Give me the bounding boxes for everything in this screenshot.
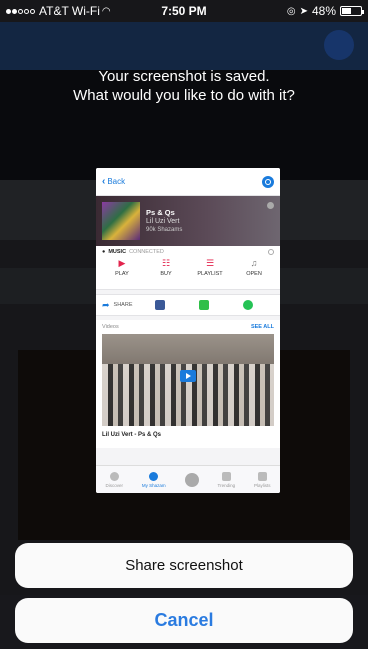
thumb-action-open: ♫ OPEN <box>234 258 274 277</box>
share-screenshot-button[interactable]: Share screenshot <box>15 543 353 588</box>
thumb-share-row: ➦ SHARE <box>96 294 280 316</box>
thumb-tab-my-shazam: My Shazam <box>141 471 166 488</box>
share-arrow-icon: ➦ <box>102 299 110 310</box>
music-header: MUSIC <box>108 249 127 255</box>
thumb-tab-shazam <box>184 472 199 487</box>
tab-label: My Shazam <box>141 482 166 488</box>
thumb-tab-discover: Discover <box>105 471 123 488</box>
videos-label: Videos <box>102 324 119 330</box>
thumb-action-label: PLAY <box>115 271 129 277</box>
screenshot-prompt: Your screenshot is saved. What would you… <box>0 67 368 105</box>
song-title: Ps & Qs <box>146 207 175 217</box>
thumb-music-section: ● MUSIC CONNECTED ▶ PLAY ☷ BUY ☰ PLAYLIS… <box>96 246 280 290</box>
clock: 7:50 PM <box>161 4 207 18</box>
facebook-icon <box>154 300 165 310</box>
thumb-tab-playlists: Playlists <box>254 471 271 488</box>
thumb-videos-section: Videos SEE ALL Lil Uzi Vert - Ps & Qs <box>96 320 280 448</box>
tab-label: Playlists <box>254 482 271 488</box>
screenshot-thumbnail[interactable]: ‹ Back Ps & Qs Lil Uzi Vert 90k Shazams … <box>96 168 280 493</box>
video-play-icon <box>180 370 196 383</box>
thumb-action-buy: ☷ BUY <box>146 258 186 277</box>
thumb-navbar: ‹ Back <box>96 168 280 196</box>
music-status: CONNECTED <box>129 249 164 255</box>
thumb-back-button: ‹ Back <box>102 176 125 187</box>
shazam-count: 90k Shazams <box>146 226 183 233</box>
music-note-icon <box>257 471 267 481</box>
whatsapp-icon <box>242 300 253 310</box>
chevron-left-icon: ‹ <box>102 176 106 187</box>
music-note-icon: ♫ <box>250 258 258 268</box>
thumb-action-label: BUY <box>160 271 172 277</box>
song-artist: Lil Uzi Vert <box>146 217 180 225</box>
album-art <box>102 202 140 240</box>
messages-icon <box>198 300 209 310</box>
person-icon <box>149 471 159 481</box>
thumb-action-play: ▶ PLAY <box>102 258 142 277</box>
tab-label: Discover <box>105 482 123 488</box>
info-icon <box>267 202 274 209</box>
shazam-logo-icon <box>184 472 199 487</box>
thumb-action-label: PLAYLIST <box>197 271 223 277</box>
prompt-line-1: Your screenshot is saved. <box>98 68 270 85</box>
thumb-action-label: OPEN <box>246 271 262 277</box>
thumb-action-playlist: ☰ PLAYLIST <box>190 258 230 277</box>
see-all-link: SEE ALL <box>250 324 274 330</box>
cancel-button[interactable]: Cancel <box>15 598 353 643</box>
share-label: SHARE <box>113 302 133 308</box>
prompt-line-2: What would you like to do with it? <box>73 87 295 104</box>
cart-icon: ☷ <box>161 258 171 268</box>
tab-label: Trending <box>217 482 236 488</box>
playlist-icon: ☰ <box>205 258 215 268</box>
thumb-tabbar: Discover My Shazam Trending Playlists <box>96 465 280 493</box>
thumb-tab-trending: Trending <box>217 471 236 488</box>
shazam-icon <box>262 175 274 188</box>
battery-icon <box>340 6 364 16</box>
video-title: Lil Uzi Vert - Ps & Qs <box>102 432 162 438</box>
video-thumbnail <box>102 334 274 426</box>
apple-icon: ● <box>102 249 106 255</box>
trending-icon <box>221 471 231 481</box>
thumb-back-label: Back <box>107 177 126 186</box>
status-bar: AT&T Wi-Fi ◠ 7:50 PM ◎ ➤ 48% <box>0 0 368 22</box>
thumb-song-header: Ps & Qs Lil Uzi Vert 90k Shazams <box>96 196 280 246</box>
gear-icon <box>268 249 274 255</box>
compass-icon <box>109 471 119 481</box>
play-icon: ▶ <box>118 258 126 268</box>
